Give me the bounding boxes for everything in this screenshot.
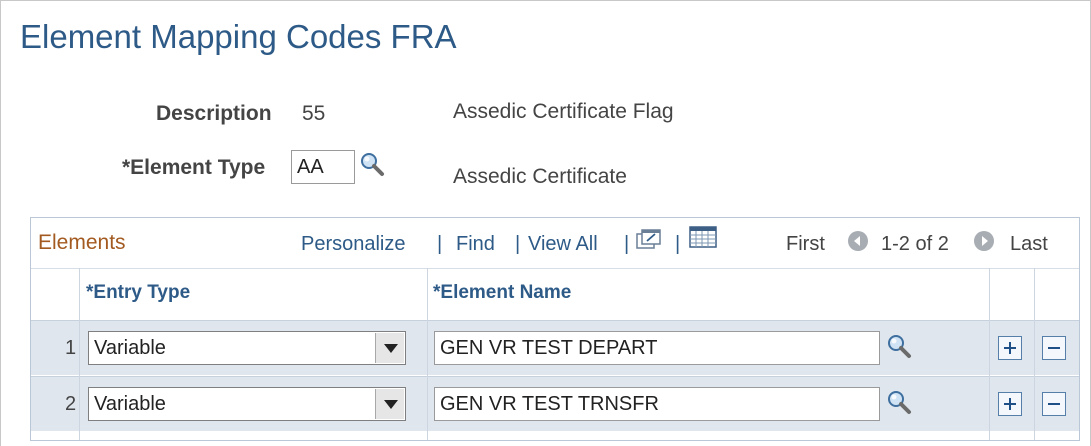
magnifier-icon[interactable] <box>886 333 912 359</box>
view-all-link[interactable]: View All <box>528 233 598 256</box>
separator: | <box>515 233 521 255</box>
column-divider <box>79 268 80 440</box>
delete-row-button[interactable] <box>1042 336 1066 360</box>
pager-first[interactable]: First <box>786 233 825 256</box>
column-entry-type: *Entry Type <box>86 282 191 303</box>
personalize-link[interactable]: Personalize <box>301 233 406 256</box>
entry-type-value: Variable <box>94 393 166 415</box>
row-number: 1 <box>65 337 77 359</box>
plus-icon <box>1009 398 1011 410</box>
table-row: 2 Variable GEN VR TEST TRNSFR <box>31 376 1079 431</box>
minus-icon <box>1048 403 1060 405</box>
page-title: Element Mapping Codes FRA <box>20 18 457 55</box>
description-label: Description <box>156 102 272 125</box>
row-number: 2 <box>65 393 77 415</box>
chevron-down-icon[interactable] <box>375 333 404 363</box>
delete-row-button[interactable] <box>1042 392 1066 416</box>
arrow-left-circle-icon[interactable] <box>847 230 869 252</box>
column-divider <box>427 268 428 440</box>
add-row-button[interactable] <box>998 392 1022 416</box>
magnifier-icon[interactable] <box>359 151 385 177</box>
description-value: 55 <box>302 102 326 125</box>
new-window-icon[interactable] <box>634 228 664 252</box>
find-link[interactable]: Find <box>456 233 495 256</box>
elements-grid: Elements Personalize | Find | View All |… <box>30 217 1080 441</box>
column-divider <box>1034 268 1035 440</box>
pager-last[interactable]: Last <box>1010 233 1048 256</box>
spreadsheet-icon[interactable] <box>689 226 717 248</box>
minus-icon <box>1048 347 1060 349</box>
separator: | <box>675 233 681 255</box>
grid-header: Elements Personalize | Find | View All |… <box>31 218 1079 268</box>
entry-type-select[interactable]: Variable <box>88 331 406 365</box>
separator: | <box>437 233 443 255</box>
grid-title: Elements <box>38 231 126 254</box>
magnifier-icon[interactable] <box>886 389 912 415</box>
element-type-input[interactable]: AA <box>291 150 355 184</box>
entry-type-select[interactable]: Variable <box>88 387 406 421</box>
plus-icon <box>1009 342 1011 354</box>
column-divider <box>989 268 990 440</box>
description-text: Assedic Certificate Flag <box>453 100 674 123</box>
entry-type-value: Variable <box>94 337 166 359</box>
pager-range: 1-2 of 2 <box>881 233 949 255</box>
arrow-right-circle-icon[interactable] <box>973 230 995 252</box>
element-type-description: Assedic Certificate <box>453 165 627 188</box>
element-name-input[interactable]: GEN VR TEST DEPART <box>434 331 880 365</box>
add-row-button[interactable] <box>998 336 1022 360</box>
separator: | <box>624 233 630 255</box>
element-type-label: *Element Type <box>122 156 266 179</box>
column-element-name: *Element Name <box>433 282 572 303</box>
table-row: 1 Variable GEN VR TEST DEPART <box>31 320 1079 375</box>
chevron-down-icon[interactable] <box>375 389 404 419</box>
element-name-input[interactable]: GEN VR TEST TRNSFR <box>434 387 880 421</box>
